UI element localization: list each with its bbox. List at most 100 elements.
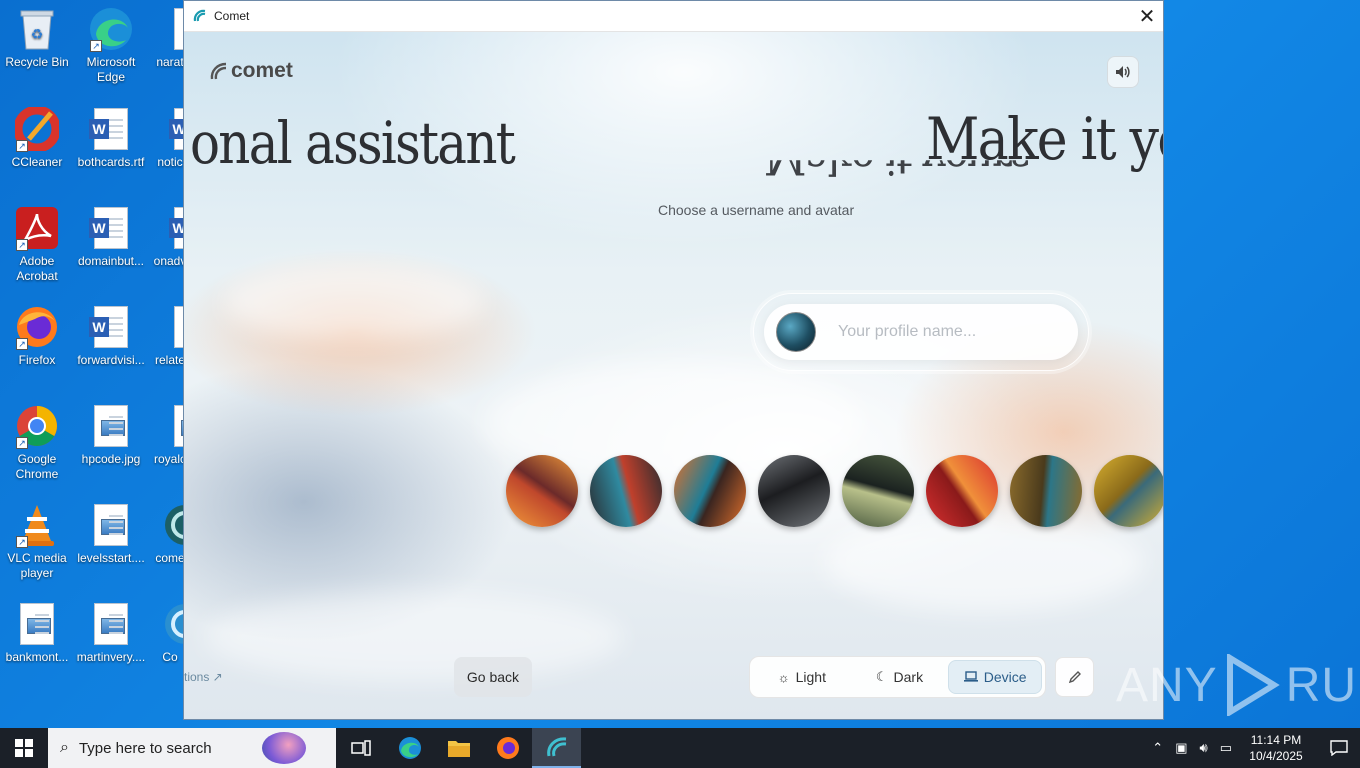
anyrun-watermark: ANY RUN <box>1116 654 1360 716</box>
avatar-option[interactable] <box>926 455 998 527</box>
cloud-decoration <box>204 592 624 682</box>
play-icon <box>1226 654 1280 716</box>
taskbar-search[interactable]: ⌕ Type here to search <box>48 728 336 768</box>
task-view-button[interactable] <box>336 728 385 768</box>
vlc-icon: ↗ <box>14 502 60 548</box>
avatar-option[interactable] <box>590 455 662 527</box>
watermark-text-right: RUN <box>1285 658 1360 712</box>
desktop-icon-label: hpcode.jpg <box>81 452 141 466</box>
desktop-icon-bothcards[interactable]: W bothcards.rtf <box>74 106 148 170</box>
theme-light-button[interactable]: ☼ Light <box>753 660 851 694</box>
marquee-text-left: onal assistant <box>190 109 516 177</box>
window-titlebar[interactable]: Comet ✕ <box>184 1 1163 32</box>
desktop-icon-microsoft-edge[interactable]: ↗ Microsoft Edge <box>74 6 148 85</box>
desktop-icon-label: bothcards.rtf <box>77 155 145 169</box>
comet-logo: comet <box>208 59 293 83</box>
comet-app-icon <box>193 9 206 22</box>
chevron-up-icon[interactable]: ⌃ <box>1152 740 1163 756</box>
pencil-icon <box>1068 671 1081 684</box>
taskbar-comet[interactable] <box>532 728 581 768</box>
comet-logo-text: comet <box>231 59 293 82</box>
edge-icon: ↗ <box>88 6 134 52</box>
window-title: Comet <box>214 9 250 23</box>
avatar-option[interactable] <box>758 455 830 527</box>
word-document-icon: W <box>88 205 134 251</box>
ccleaner-icon: ↗ <box>14 106 60 152</box>
word-document-icon: W <box>88 304 134 350</box>
desktop-icon-label: Google Chrome <box>15 452 59 481</box>
selected-avatar[interactable] <box>776 312 816 352</box>
desktop-icon-label: onadv <box>153 254 187 268</box>
notification-icon <box>1330 740 1348 756</box>
desktop-icon-martinvery[interactable]: martinvery.... <box>74 601 148 665</box>
comet-logo-icon <box>210 62 227 80</box>
taskbar-firefox[interactable] <box>483 728 532 768</box>
taskbar: ⌕ Type here to search ⌃ ▣ 🔊︎ ▭ 11:14 PM … <box>0 728 1360 768</box>
search-highlight-image <box>262 732 306 764</box>
desktop-icon-label: CCleaner <box>11 155 63 169</box>
windows-icon <box>15 739 33 757</box>
desktop-icon-recycle-bin[interactable]: ♻ Recycle Bin <box>0 6 74 70</box>
desktop-icon-levelsstart[interactable]: levelsstart.... <box>74 502 148 566</box>
go-back-button[interactable]: Go back <box>454 657 532 697</box>
desktop-icon-label: royalc <box>153 452 186 466</box>
desktop-icon-label: VLC media player <box>7 551 67 580</box>
desktop-icon-label: levelsstart.... <box>77 551 145 565</box>
profile-name-field-wrapper <box>753 293 1089 371</box>
options-link[interactable]: tions ↗ <box>184 670 223 684</box>
watermark-text-left: ANY <box>1116 658 1218 712</box>
onboarding-subtitle: Choose a username and avatar <box>658 202 855 218</box>
taskbar-file-explorer[interactable] <box>434 728 483 768</box>
start-button[interactable] <box>0 728 48 768</box>
theme-dark-label: Dark <box>893 669 924 685</box>
comet-window: Comet ✕ comet onal assistant Make it you… <box>183 0 1164 720</box>
desktop-icon-google-chrome[interactable]: ↗ Google Chrome <box>0 403 74 482</box>
desktop-icon-domainbut[interactable]: W domainbut... <box>74 205 148 269</box>
desktop-icon-label: domainbut... <box>77 254 145 268</box>
avatar-option[interactable] <box>674 455 746 527</box>
firefox-icon <box>496 737 519 759</box>
comet-icon <box>546 737 566 757</box>
avatar-option[interactable] <box>1010 455 1082 527</box>
desktop-icon-vlc[interactable]: ↗ VLC media player <box>0 502 74 581</box>
notifications-button[interactable] <box>1318 728 1360 768</box>
image-file-icon <box>14 601 60 647</box>
desktop-icon-ccleaner[interactable]: ↗ CCleaner <box>0 106 74 170</box>
sun-icon: ☼ <box>777 669 790 685</box>
folder-icon <box>447 741 470 757</box>
theme-switcher: ☼ Light ☾ Dark Device <box>749 656 1046 698</box>
image-file-icon <box>88 403 134 449</box>
desktop-icon-hpcode[interactable]: hpcode.jpg <box>74 403 148 467</box>
meet-now-icon[interactable]: ▣ <box>1175 740 1187 756</box>
speaker-icon <box>1116 66 1130 78</box>
volume-icon[interactable]: 🔊︎ <box>1200 740 1208 756</box>
window-close-button[interactable]: ✕ <box>1131 1 1163 32</box>
clock-date: 10/4/2025 <box>1249 749 1303 763</box>
marquee-text-right: Make it yo <box>926 105 1163 173</box>
avatar-option[interactable] <box>842 455 914 527</box>
desktop-icon-label: narat <box>156 55 184 69</box>
avatar-option[interactable] <box>1094 455 1163 527</box>
network-icon[interactable]: ▭ <box>1220 740 1232 756</box>
cloud-decoration <box>824 512 1144 612</box>
taskbar-edge[interactable] <box>385 728 434 768</box>
task-view-icon <box>350 740 371 756</box>
avatar-option[interactable] <box>506 455 578 527</box>
desktop-icon-bankmont[interactable]: bankmont... <box>0 601 74 665</box>
profile-name-field[interactable] <box>764 304 1078 360</box>
desktop-icon-firefox[interactable]: ↗ Firefox <box>0 304 74 368</box>
desktop-icon-adobe-acrobat[interactable]: ↗ Adobe Acrobat <box>0 205 74 284</box>
profile-name-input[interactable] <box>838 323 1058 341</box>
desktop-icon-forwardvisi[interactable]: W forwardvisi... <box>74 304 148 368</box>
theme-dark-button[interactable]: ☾ Dark <box>851 660 949 694</box>
firefox-icon: ↗ <box>14 304 60 350</box>
cloud-decoration <box>224 262 484 342</box>
desktop-icon-label: Microsoft Edge <box>86 55 136 84</box>
sound-toggle-button[interactable] <box>1107 56 1139 88</box>
desktop-icon-label: notic <box>157 155 183 169</box>
edit-button[interactable] <box>1055 657 1094 697</box>
edge-icon <box>398 737 421 759</box>
theme-device-button[interactable]: Device <box>948 660 1042 694</box>
desktop-icon-label: Co <box>162 650 178 664</box>
clock[interactable]: 11:14 PM 10/4/2025 <box>1244 732 1308 764</box>
